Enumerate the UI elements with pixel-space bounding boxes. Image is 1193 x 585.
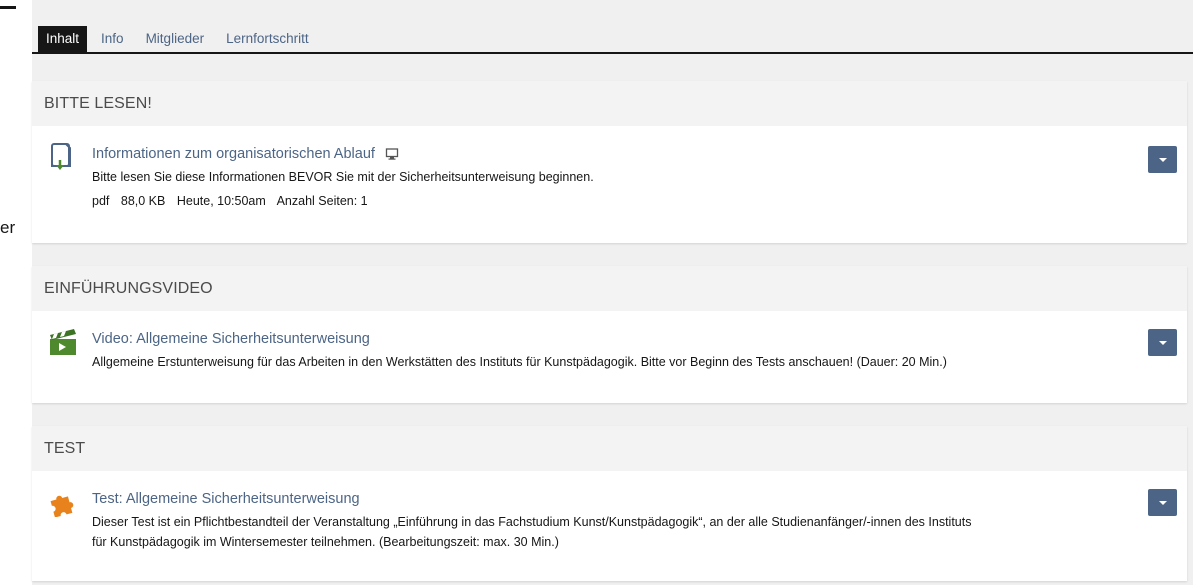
tab-bar: Inhalt Info Mitglieder Lernfortschritt bbox=[32, 26, 1193, 54]
list-item-file: Informationen zum organisatorischen Abla… bbox=[32, 126, 1187, 211]
actions-dropdown-button[interactable] bbox=[1148, 489, 1177, 516]
left-panel-text-fragment: er bbox=[0, 218, 16, 237]
left-panel-bar bbox=[0, 6, 16, 9]
course-content-area: Inhalt Info Mitglieder Lernfortschritt B… bbox=[32, 0, 1193, 585]
actions-dropdown-button[interactable] bbox=[1148, 329, 1177, 356]
left-panel-edge: er bbox=[0, 0, 30, 585]
chevron-down-icon bbox=[1158, 340, 1167, 345]
video-title-link[interactable]: Video: Allgemeine Sicherheitsunterweisun… bbox=[92, 329, 370, 349]
test-title-link[interactable]: Test: Allgemeine Sicherheitsunterweisung bbox=[92, 489, 360, 509]
chevron-down-icon bbox=[1158, 500, 1167, 505]
tab-info[interactable]: Info bbox=[93, 26, 132, 52]
test-description-line-2: für Kunstpädagogik im Wintersemester tei… bbox=[92, 535, 559, 549]
tab-lernfortschritt[interactable]: Lernfortschritt bbox=[218, 26, 317, 52]
block-heading: BITTE LESEN! bbox=[32, 81, 1187, 126]
test-description-line-1: Dieser Test ist ein Pflichtbestandteil d… bbox=[92, 515, 972, 529]
file-size: 88,0 KB bbox=[120, 194, 166, 208]
test-description: Dieser Test ist ein Pflichtbestandteil d… bbox=[92, 512, 1127, 552]
file-title-link[interactable]: Informationen zum organisatorischen Abla… bbox=[92, 144, 375, 164]
tab-inhalt[interactable]: Inhalt bbox=[38, 26, 88, 52]
file-download-icon bbox=[48, 142, 76, 174]
block-einfuehrungsvideo: EINFÜHRUNGSVIDEO Video: Allgemeine Siche… bbox=[32, 266, 1187, 403]
block-bitte-lesen: BITTE LESEN! Informationen zum organisat… bbox=[32, 81, 1187, 243]
list-item-video: Video: Allgemeine Sicherheitsunterweisun… bbox=[32, 311, 1187, 372]
file-type: pdf bbox=[92, 194, 110, 208]
video-description: Allgemeine Erstunterweisung für das Arbe… bbox=[92, 355, 947, 369]
block-heading: TEST bbox=[32, 426, 1187, 471]
file-date: Heute, 10:50am bbox=[176, 194, 266, 208]
block-heading: EINFÜHRUNGSVIDEO bbox=[32, 266, 1187, 311]
test-puzzle-icon bbox=[48, 487, 76, 519]
block-test: TEST Test: Allgemeine Sicherheitsunterwe… bbox=[32, 426, 1187, 581]
file-pages: Anzahl Seiten: 1 bbox=[276, 194, 368, 208]
tab-mitglieder[interactable]: Mitglieder bbox=[138, 26, 213, 52]
list-item-test: Test: Allgemeine Sicherheitsunterweisung… bbox=[32, 471, 1187, 552]
file-properties: pdf 88,0 KB Heute, 10:50am Anzahl Seiten… bbox=[92, 191, 1127, 211]
video-clapperboard-icon bbox=[48, 327, 76, 359]
monitor-icon bbox=[385, 147, 399, 161]
actions-dropdown-button[interactable] bbox=[1148, 146, 1177, 173]
chevron-down-icon bbox=[1158, 157, 1167, 162]
file-description: Bitte lesen Sie diese Informationen BEVO… bbox=[92, 170, 594, 184]
